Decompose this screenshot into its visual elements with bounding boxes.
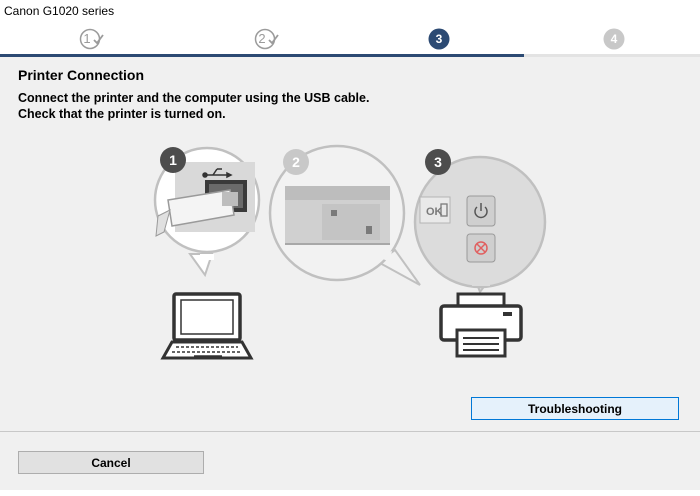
laptop-icon xyxy=(160,292,254,360)
callout-control-panel: OK xyxy=(413,155,547,295)
cancel-button[interactable]: Cancel xyxy=(18,451,204,474)
troubleshooting-button[interactable]: Troubleshooting xyxy=(471,397,679,420)
installer-window: Canon G1020 series 1 2 3 4 Printer Conne… xyxy=(0,0,700,496)
window-bottom-edge xyxy=(0,490,700,496)
callout-badge-2: 2 xyxy=(283,149,309,175)
callout-badge-3: 3 xyxy=(425,149,451,175)
svg-text:3: 3 xyxy=(434,154,442,170)
svg-text:1: 1 xyxy=(169,152,177,168)
printer-icon xyxy=(439,292,523,358)
callout-badge-1: 1 xyxy=(160,147,186,173)
footer-separator xyxy=(0,431,700,432)
svg-text:2: 2 xyxy=(292,154,300,170)
connection-illustration: 1 2 OK 3 xyxy=(153,144,547,360)
svg-text:OK: OK xyxy=(426,206,443,218)
